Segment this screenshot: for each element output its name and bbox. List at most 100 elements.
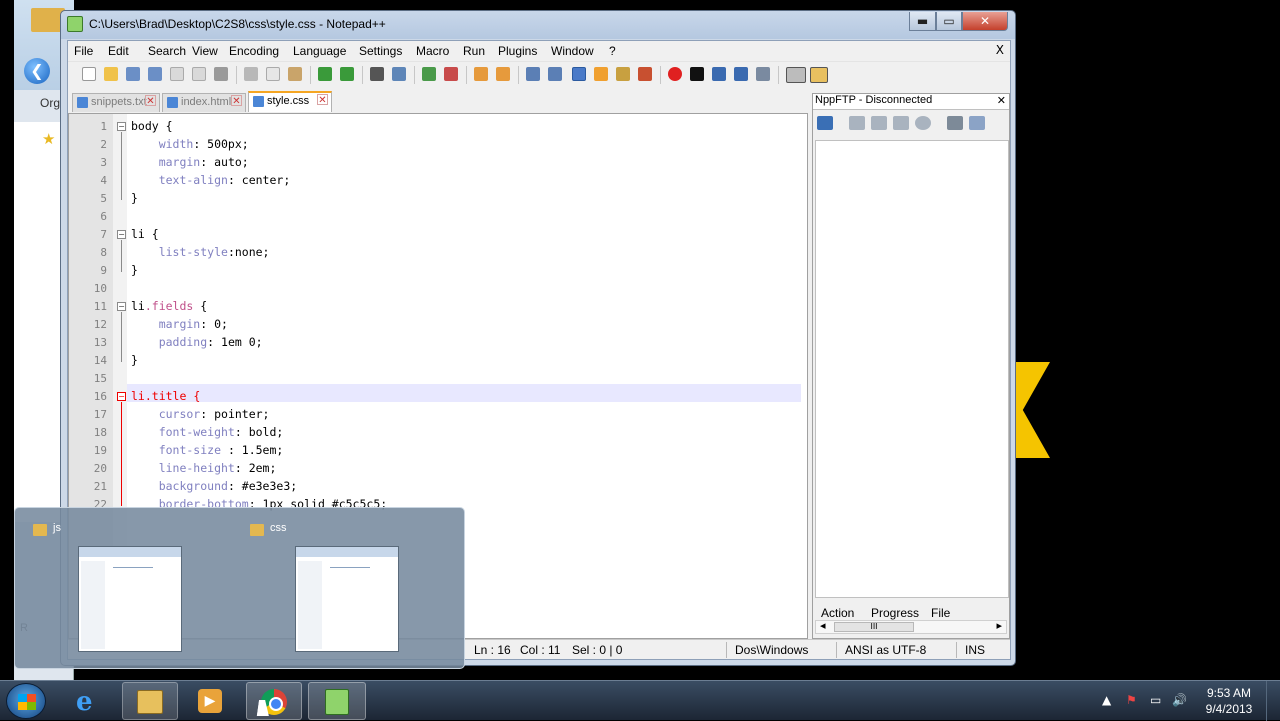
menu-macro[interactable]: Macro: [416, 44, 449, 58]
status-insert-mode[interactable]: INS: [965, 643, 985, 657]
show-desktop-button[interactable]: [1266, 681, 1280, 721]
status-encoding[interactable]: ANSI as UTF-8: [845, 643, 926, 657]
organize-menu[interactable]: Org: [40, 96, 60, 110]
play-macro-icon[interactable]: [712, 67, 726, 81]
close-tab-icon[interactable]: ✕: [231, 95, 242, 107]
maximize-button[interactable]: ▭: [936, 12, 962, 31]
tab-style-css[interactable]: style.css ✕: [248, 91, 332, 112]
sync-vertical-icon[interactable]: [474, 67, 488, 81]
stop-macro-icon[interactable]: [690, 67, 704, 81]
cut-icon[interactable]: [244, 67, 258, 81]
network-icon[interactable]: ▭: [1150, 693, 1161, 707]
close-all-icon[interactable]: [192, 67, 206, 81]
save-all-icon[interactable]: [148, 67, 162, 81]
menu-help[interactable]: ?: [609, 44, 616, 58]
replace-icon[interactable]: [392, 67, 406, 81]
status-eol[interactable]: Dos\Windows: [735, 643, 808, 657]
menu-run[interactable]: Run: [463, 44, 485, 58]
volume-icon[interactable]: 🔊: [1172, 693, 1187, 707]
taskbar-media-player[interactable]: ▶: [186, 682, 236, 720]
taskbar-chrome[interactable]: [246, 682, 302, 720]
scroll-thumb[interactable]: III: [834, 622, 914, 632]
menu-file[interactable]: File: [74, 44, 93, 58]
redo-icon[interactable]: [340, 67, 354, 81]
thumbnail-css[interactable]: [295, 546, 399, 652]
zoom-in-icon[interactable]: [422, 67, 436, 81]
column-progress[interactable]: Progress: [871, 606, 919, 620]
close-document-icon[interactable]: X: [996, 43, 1004, 57]
close-panel-icon[interactable]: ✕: [997, 94, 1006, 107]
show-all-chars-icon[interactable]: [548, 67, 562, 81]
copy-icon[interactable]: [266, 67, 280, 81]
fold-toggle-icon[interactable]: −: [117, 230, 126, 239]
menu-encoding[interactable]: Encoding: [229, 44, 279, 58]
taskbar-windows-explorer[interactable]: [122, 682, 178, 720]
column-file[interactable]: File: [931, 606, 950, 620]
column-action[interactable]: Action: [821, 606, 854, 620]
tab-label: index.html: [181, 96, 232, 108]
menu-view[interactable]: View: [192, 44, 218, 58]
close-icon[interactable]: [170, 67, 184, 81]
print-icon[interactable]: [214, 67, 228, 81]
sync-horizontal-icon[interactable]: [496, 67, 510, 81]
tab-snippets[interactable]: snippets.txt ✕: [72, 93, 160, 112]
settings-gear-icon[interactable]: [947, 116, 963, 130]
menu-settings[interactable]: Settings: [359, 44, 402, 58]
close-button[interactable]: ✕: [962, 12, 1008, 31]
record-macro-icon[interactable]: [668, 67, 682, 81]
action-center-icon[interactable]: ⚑: [1126, 693, 1137, 707]
close-tab-icon[interactable]: ✕: [317, 94, 328, 106]
line-number: 8: [100, 246, 107, 259]
taskbar-notepadpp[interactable]: [308, 682, 366, 720]
close-tab-icon[interactable]: ✕: [145, 95, 156, 107]
css-value: : #e3e3e3;: [227, 479, 298, 493]
function-list-icon[interactable]: [638, 67, 652, 81]
css-property: margin: [131, 155, 201, 169]
scroll-right-icon[interactable]: ▸: [996, 619, 1002, 632]
menu-window[interactable]: Window: [551, 44, 594, 58]
line-number: 10: [93, 282, 107, 295]
menu-edit[interactable]: Edit: [108, 44, 129, 58]
start-button[interactable]: [6, 683, 46, 719]
ds-plugin-icon[interactable]: [786, 67, 806, 83]
menu-search[interactable]: Search: [148, 44, 186, 58]
fold-toggle-icon[interactable]: −: [117, 302, 126, 311]
fold-toggle-icon[interactable]: −: [117, 392, 126, 401]
title-bar[interactable]: C:\Users\Brad\Desktop\C2S8\css\style.css…: [61, 11, 1015, 39]
play-multiple-icon[interactable]: [734, 67, 748, 81]
open-file-icon[interactable]: [104, 67, 118, 81]
connect-icon[interactable]: [817, 116, 833, 130]
undo-icon[interactable]: [318, 67, 332, 81]
user-language-icon[interactable]: [594, 67, 608, 81]
fold-guide-line: [121, 312, 122, 362]
message-window-icon[interactable]: [969, 116, 985, 130]
indent-guide-icon[interactable]: [572, 67, 586, 81]
scroll-left-icon[interactable]: ◂: [820, 619, 826, 632]
upload-icon[interactable]: [871, 116, 887, 130]
back-arrow-icon[interactable]: ❮: [24, 58, 50, 84]
horizontal-scrollbar[interactable]: ◂ III ▸: [815, 619, 1007, 634]
save-icon[interactable]: [126, 67, 140, 81]
word-wrap-icon[interactable]: [526, 67, 540, 81]
clock[interactable]: 9:53 AM 9/4/2013: [1198, 685, 1260, 717]
line-number: 16: [93, 390, 107, 403]
ftp-plugin-icon[interactable]: [810, 67, 828, 83]
save-macro-icon[interactable]: [756, 67, 770, 81]
paste-icon[interactable]: [288, 67, 302, 81]
menu-plugins[interactable]: Plugins: [498, 44, 537, 58]
tab-index[interactable]: index.html ✕: [162, 93, 246, 112]
thumbnail-js[interactable]: [78, 546, 182, 652]
doc-map-icon[interactable]: [616, 67, 630, 81]
download-icon[interactable]: [849, 116, 865, 130]
ftp-file-list[interactable]: [815, 140, 1009, 598]
minimize-button[interactable]: ▬: [909, 12, 936, 31]
abort-icon[interactable]: [915, 116, 931, 130]
find-icon[interactable]: [370, 67, 384, 81]
show-hidden-icons-icon[interactable]: ▲: [1102, 693, 1111, 707]
refresh-icon[interactable]: [893, 116, 909, 130]
zoom-out-icon[interactable]: [444, 67, 458, 81]
new-file-icon[interactable]: [82, 67, 96, 81]
menu-language[interactable]: Language: [293, 44, 346, 58]
fold-toggle-icon[interactable]: −: [117, 122, 126, 131]
taskbar-internet-explorer[interactable]: e: [64, 682, 114, 720]
